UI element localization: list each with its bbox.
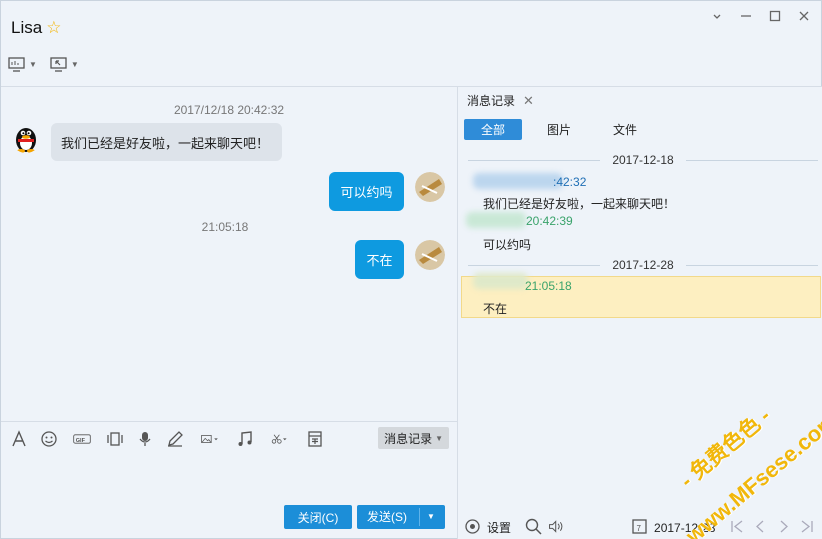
font-icon[interactable] xyxy=(9,429,29,449)
screenshot-scissors-icon[interactable] xyxy=(265,429,295,449)
close-button[interactable]: 关闭(C) xyxy=(284,505,352,529)
sender-name-redacted xyxy=(473,273,528,289)
date-picker-value[interactable]: 2017-12-28 xyxy=(654,521,715,535)
filter-images[interactable]: 图片 xyxy=(530,119,588,140)
chevron-down-icon: ▼ xyxy=(70,59,79,69)
chevron-down-icon: ▼ xyxy=(435,433,443,443)
close-icon[interactable] xyxy=(797,9,811,25)
send-button-label: 发送(S) xyxy=(367,510,407,524)
filter-files[interactable]: 文件 xyxy=(596,119,654,140)
message-bubble-incoming[interactable]: 我们已经是好友啦，一起来聊天吧！ xyxy=(51,123,282,161)
last-page-icon[interactable] xyxy=(798,518,815,538)
penguin-avatar-icon xyxy=(11,123,41,153)
user-avatar-icon xyxy=(415,172,445,202)
shake-window-icon[interactable] xyxy=(105,429,125,449)
record-text: 不在 xyxy=(483,302,508,316)
avatar[interactable] xyxy=(415,240,445,270)
input-area[interactable]: 关闭(C) 发送(S) ▼ xyxy=(1,455,457,539)
close-button-label: 关闭(C) xyxy=(297,510,339,525)
chevron-down-icon: ▼ xyxy=(29,59,37,69)
date-separator: 2017-12-18 xyxy=(468,153,819,167)
sender-name-redacted xyxy=(473,173,563,189)
contact-name: Lisa xyxy=(11,18,43,37)
close-tab-icon[interactable]: ✕ xyxy=(523,93,534,109)
minimize-icon[interactable] xyxy=(739,9,753,25)
message-timestamp: 21:05:18 xyxy=(201,220,249,234)
filter-all[interactable]: 全部 xyxy=(464,119,522,140)
first-page-icon[interactable] xyxy=(729,518,746,538)
message-bubble-outgoing[interactable]: 可以约吗 xyxy=(329,172,404,211)
message-bubble-outgoing[interactable]: 不在 xyxy=(355,240,404,279)
record-time: :42:32 xyxy=(553,175,587,189)
tab-label: 消息记录 xyxy=(467,94,516,108)
screen-share-button[interactable]: ▼ xyxy=(7,55,37,73)
chat-area: 2017/12/18 20:42:32 我们已经是好友啦，一起来聊天吧！ 可以约… xyxy=(1,87,457,421)
emoji-icon[interactable] xyxy=(39,429,59,449)
tab-message-history[interactable]: 消息记录 ✕ xyxy=(467,92,534,109)
red-packet-icon[interactable] xyxy=(305,429,325,449)
previous-page-icon[interactable] xyxy=(752,518,769,538)
avatar[interactable] xyxy=(11,123,41,153)
record-time: 21:05:18 xyxy=(525,279,572,293)
message-text: 可以约吗 xyxy=(340,185,393,200)
window-controls xyxy=(710,9,811,25)
remote-screen-icon xyxy=(50,57,67,72)
record-text: 可以约吗 xyxy=(483,238,532,252)
date-label: 2017-12-28 xyxy=(612,258,674,272)
image-icon[interactable] xyxy=(195,429,225,449)
monitor-icon xyxy=(8,57,25,72)
divider xyxy=(419,508,420,526)
remote-desktop-button[interactable]: ▼ xyxy=(49,55,79,73)
settings-gear-icon[interactable] xyxy=(464,518,481,538)
music-icon[interactable] xyxy=(235,429,255,449)
date-separator: 2017-12-28 xyxy=(468,258,819,272)
history-bottom-bar: 设置 7 2017-12-28 xyxy=(458,515,822,539)
message-timestamp: 2017/12/18 20:42:32 xyxy=(173,103,285,117)
pen-icon[interactable] xyxy=(165,429,185,449)
message-log-button[interactable]: 消息记录 ▼ xyxy=(378,427,449,449)
record-text: 我们已经是好友啦，一起来聊天吧！ xyxy=(483,197,676,211)
avatar[interactable] xyxy=(415,172,445,202)
chat-window: Lisa ☆ ▼ ▼ 2017/12/18 20:42:32 我们已经是好友啦，… xyxy=(0,0,822,539)
svg-text:7: 7 xyxy=(637,524,642,533)
top-toolbar: ▼ ▼ xyxy=(7,55,79,73)
window-title: Lisa ☆ xyxy=(11,18,61,38)
record-time: 20:42:39 xyxy=(526,214,573,228)
input-toolbar: GIF 消息记录 ▼ xyxy=(1,421,457,455)
svg-text:GIF: GIF xyxy=(76,437,86,443)
date-label: 2017-12-18 xyxy=(612,153,674,167)
settings-label[interactable]: 设置 xyxy=(487,519,511,536)
speaker-icon[interactable] xyxy=(548,518,565,538)
voice-icon[interactable] xyxy=(135,429,155,449)
message-text: 我们已经是好友啦，一起来聊天吧！ xyxy=(61,135,270,151)
message-text: 不在 xyxy=(366,253,393,268)
star-icon[interactable]: ☆ xyxy=(46,18,61,38)
message-history-pane: 消息记录 ✕ 全部 图片 文件 2017-12-18 :42:32 我们已经是好… xyxy=(458,87,822,539)
menu-chevron-icon[interactable] xyxy=(710,9,724,25)
maximize-icon[interactable] xyxy=(768,9,782,25)
sender-name-redacted xyxy=(466,212,526,228)
search-icon[interactable] xyxy=(525,518,542,538)
gif-icon[interactable]: GIF xyxy=(69,429,95,449)
send-options-chevron-icon[interactable]: ▼ xyxy=(427,505,435,529)
message-log-label: 消息记录 xyxy=(384,431,433,446)
calendar-icon[interactable]: 7 xyxy=(631,518,648,538)
history-filter-tabs: 全部 图片 文件 xyxy=(464,119,662,140)
send-button[interactable]: 发送(S) ▼ xyxy=(357,505,445,529)
user-avatar-icon xyxy=(415,240,445,270)
next-page-icon[interactable] xyxy=(775,518,792,538)
